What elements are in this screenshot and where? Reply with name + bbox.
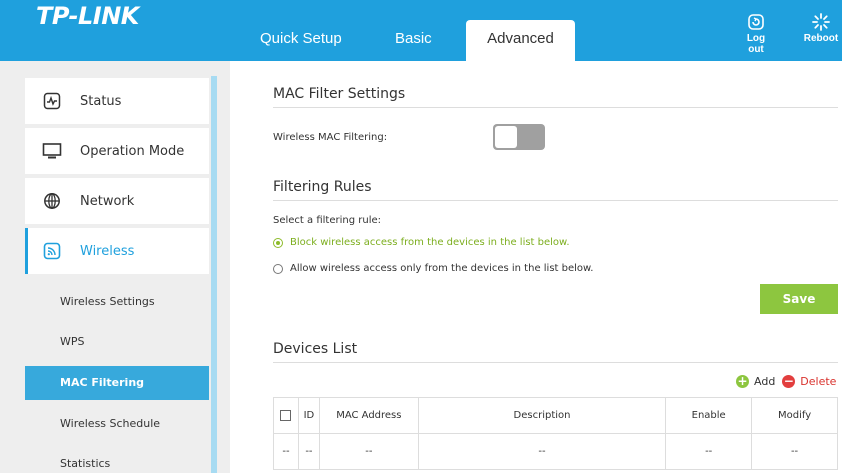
table-row: -- -- -- -- -- -- bbox=[273, 433, 838, 470]
rule-option-block[interactable]: Block wireless access from the devices i… bbox=[273, 237, 570, 248]
router-admin-page: TP-LINK Quick Setup Basic Advanced Log o… bbox=[0, 0, 842, 473]
reboot-button[interactable]: Reboot bbox=[800, 13, 842, 44]
table-cell: -- bbox=[665, 433, 753, 470]
minus-icon: − bbox=[782, 374, 796, 388]
mac-filtering-label: Wireless MAC Filtering: bbox=[273, 132, 388, 143]
globe-icon bbox=[42, 191, 62, 211]
sidebar-item-label: Operation Mode bbox=[80, 143, 185, 159]
toggle-knob bbox=[495, 126, 517, 148]
tab-advanced[interactable]: Advanced bbox=[466, 20, 575, 61]
sidebar-subitem-statistics[interactable]: Statistics bbox=[25, 447, 209, 473]
add-label: Add bbox=[754, 375, 776, 388]
top-header: TP-LINK Quick Setup Basic Advanced Log o… bbox=[0, 0, 842, 61]
sidebar-item-label: Network bbox=[80, 193, 135, 209]
tab-basic[interactable]: Basic bbox=[395, 20, 432, 61]
logout-label: Log out bbox=[746, 33, 766, 55]
rule-option-allow[interactable]: Allow wireless access only from the devi… bbox=[273, 263, 593, 274]
select-all-cell bbox=[273, 397, 299, 434]
table-header-row: ID MAC Address Description Enable Modify bbox=[273, 397, 838, 434]
sidebar-item-label: Wireless bbox=[80, 243, 135, 259]
table-cell: -- bbox=[417, 433, 667, 470]
wireless-icon bbox=[42, 241, 62, 261]
radio-selected[interactable] bbox=[273, 237, 283, 248]
logout-button[interactable]: Log out bbox=[738, 13, 774, 55]
table-cell: -- bbox=[297, 433, 320, 470]
mac-filtering-toggle[interactable] bbox=[493, 124, 545, 150]
sidebar-item-operation-mode[interactable]: Operation Mode bbox=[25, 128, 209, 174]
devices-table: ID MAC Address Description Enable Modify… bbox=[273, 397, 838, 470]
devices-list-title: Devices List bbox=[273, 341, 838, 363]
logout-icon bbox=[748, 14, 764, 30]
mac-filter-settings-title: MAC Filter Settings bbox=[273, 86, 838, 108]
tab-quick-setup[interactable]: Quick Setup bbox=[260, 20, 342, 61]
status-icon bbox=[42, 91, 62, 111]
save-button[interactable]: Save bbox=[760, 284, 838, 314]
add-button[interactable]: + Add bbox=[736, 375, 775, 388]
sidebar-item-wireless[interactable]: Wireless bbox=[25, 228, 209, 274]
sidebar-scrollbar[interactable] bbox=[211, 76, 217, 473]
filtering-rules-title: Filtering Rules bbox=[273, 179, 838, 201]
reboot-icon bbox=[812, 13, 830, 31]
sidebar-item-status[interactable]: Status bbox=[25, 78, 209, 124]
sidebar-subitem-mac-filtering[interactable]: MAC Filtering bbox=[25, 366, 209, 400]
column-header-enable: Enable bbox=[665, 397, 753, 434]
column-header-description: Description bbox=[417, 397, 667, 434]
radio-unselected[interactable] bbox=[273, 263, 283, 274]
column-header-modify: Modify bbox=[751, 397, 838, 434]
table-cell: -- bbox=[751, 433, 838, 470]
rule-option-label: Allow wireless access only from the devi… bbox=[290, 263, 594, 274]
tp-link-logo: TP-LINK bbox=[36, 2, 139, 30]
delete-label: Delete bbox=[800, 375, 837, 388]
column-header-mac-address: MAC Address bbox=[318, 397, 419, 434]
sidebar-subitem-wireless-settings[interactable]: Wireless Settings bbox=[25, 285, 209, 319]
delete-button[interactable]: − Delete bbox=[782, 375, 836, 388]
sidebar-subitem-wps[interactable]: WPS bbox=[25, 325, 209, 359]
table-cell: -- bbox=[318, 433, 419, 470]
reboot-label: Reboot bbox=[803, 33, 839, 44]
rule-option-label: Block wireless access from the devices i… bbox=[290, 237, 570, 248]
sidebar-item-network[interactable]: Network bbox=[25, 178, 209, 224]
plus-icon: + bbox=[736, 374, 749, 388]
sidebar-item-label: Status bbox=[80, 93, 122, 109]
monitor-icon bbox=[42, 141, 62, 161]
filtering-rule-prompt: Select a filtering rule: bbox=[273, 215, 381, 226]
devices-actions: + Add − Delete bbox=[736, 375, 842, 388]
column-header-id: ID bbox=[297, 397, 320, 434]
sidebar-subitem-wireless-schedule[interactable]: Wireless Schedule bbox=[25, 407, 209, 441]
select-all-checkbox[interactable] bbox=[280, 409, 292, 421]
table-cell: -- bbox=[273, 433, 299, 470]
